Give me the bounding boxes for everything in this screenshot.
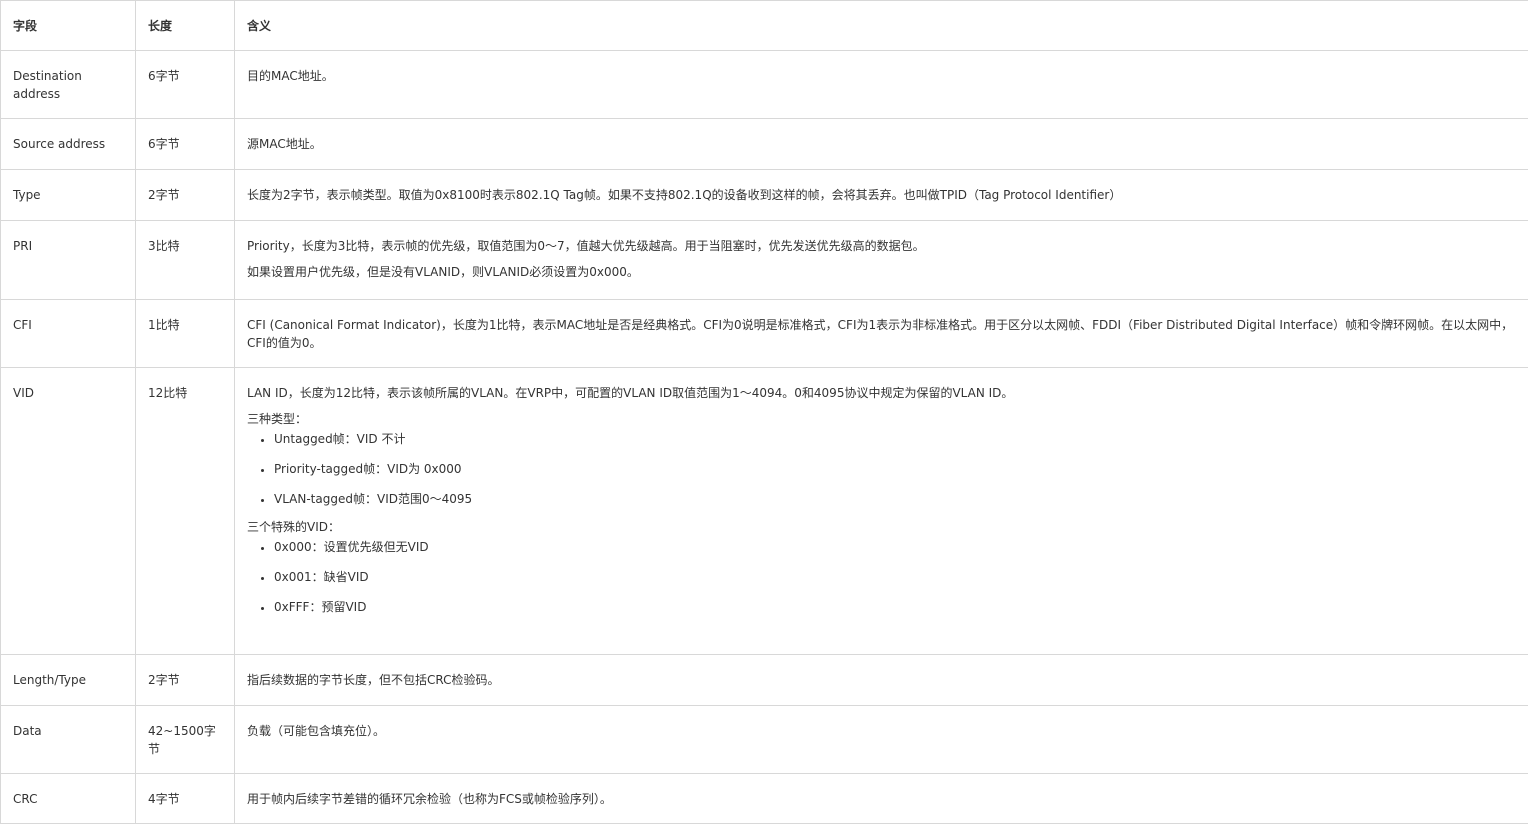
- length-cell: 2字节: [136, 170, 235, 221]
- length-cell: 12比特: [136, 368, 235, 655]
- list-item: 0x000：设置优先级但无VID: [274, 538, 1516, 556]
- meaning-paragraph: LAN ID，长度为12比特，表示该帧所属的VLAN。在VRP中，可配置的VLA…: [247, 384, 1516, 402]
- length-cell: 42~1500字节: [136, 706, 235, 774]
- field-cell: CRC: [1, 774, 136, 824]
- length-cell: 6字节: [136, 51, 235, 119]
- field-cell: Destination address: [1, 51, 136, 119]
- vid-special-list: 0x000：设置优先级但无VID 0x001：缺省VID 0xFFF：预留VID: [247, 538, 1516, 616]
- header-meaning: 含义: [235, 1, 1528, 51]
- meaning-cell: CFI (Canonical Format Indicator)，长度为1比特，…: [235, 300, 1528, 368]
- meaning-cell: 目的MAC地址。: [235, 51, 1528, 119]
- length-cell: 2字节: [136, 655, 235, 706]
- table-header-row: 字段 长度 含义: [1, 1, 1528, 51]
- list-item: Untagged帧：VID 不计: [274, 430, 1516, 448]
- frame-field-table: 字段 长度 含义 Destination address 6字节 目的MAC地址…: [0, 0, 1528, 824]
- field-cell: CFI: [1, 300, 136, 368]
- table-row: Destination address 6字节 目的MAC地址。: [1, 51, 1528, 119]
- vid-types-list: Untagged帧：VID 不计 Priority-tagged帧：VID为 0…: [247, 430, 1516, 508]
- table-row: Length/Type 2字节 指后续数据的字节长度，但不包括CRC检验码。: [1, 655, 1528, 706]
- header-length: 长度: [136, 1, 235, 51]
- field-cell: Source address: [1, 119, 136, 170]
- table-row: Type 2字节 长度为2字节，表示帧类型。取值为0x8100时表示802.1Q…: [1, 170, 1528, 221]
- vid-types-title: 三种类型：: [247, 410, 1516, 428]
- length-cell: 1比特: [136, 300, 235, 368]
- meaning-paragraph: Priority，长度为3比特，表示帧的优先级，取值范围为0～7，值越大优先级越…: [247, 237, 1516, 255]
- vid-special-title: 三个特殊的VID：: [247, 518, 1516, 536]
- length-cell: 6字节: [136, 119, 235, 170]
- field-cell: PRI: [1, 221, 136, 300]
- table-row: Data 42~1500字节 负载（可能包含填充位）。: [1, 706, 1528, 774]
- meaning-cell: 源MAC地址。: [235, 119, 1528, 170]
- meaning-cell: 负载（可能包含填充位）。: [235, 706, 1528, 774]
- field-cell: VID: [1, 368, 136, 655]
- field-cell: Data: [1, 706, 136, 774]
- field-cell: Type: [1, 170, 136, 221]
- list-item: VLAN-tagged帧：VID范围0～4095: [274, 490, 1516, 508]
- table-row: CFI 1比特 CFI (Canonical Format Indicator)…: [1, 300, 1528, 368]
- table-row: PRI 3比特 Priority，长度为3比特，表示帧的优先级，取值范围为0～7…: [1, 221, 1528, 300]
- table-row: Source address 6字节 源MAC地址。: [1, 119, 1528, 170]
- meaning-cell: LAN ID，长度为12比特，表示该帧所属的VLAN。在VRP中，可配置的VLA…: [235, 368, 1528, 655]
- table-row: VID 12比特 LAN ID，长度为12比特，表示该帧所属的VLAN。在VRP…: [1, 368, 1528, 655]
- header-field: 字段: [1, 1, 136, 51]
- meaning-note: 如果设置用户优先级，但是没有VLANID，则VLANID必须设置为0x000。: [247, 263, 1516, 281]
- list-item: 0xFFF：预留VID: [274, 598, 1516, 616]
- meaning-cell: 长度为2字节，表示帧类型。取值为0x8100时表示802.1Q Tag帧。如果不…: [235, 170, 1528, 221]
- meaning-cell: 用于帧内后续字节差错的循环冗余检验（也称为FCS或帧检验序列）。: [235, 774, 1528, 824]
- meaning-cell: Priority，长度为3比特，表示帧的优先级，取值范围为0～7，值越大优先级越…: [235, 221, 1528, 300]
- table-row: CRC 4字节 用于帧内后续字节差错的循环冗余检验（也称为FCS或帧检验序列）。: [1, 774, 1528, 824]
- list-item: 0x001：缺省VID: [274, 568, 1516, 586]
- meaning-cell: 指后续数据的字节长度，但不包括CRC检验码。: [235, 655, 1528, 706]
- list-item: Priority-tagged帧：VID为 0x000: [274, 460, 1516, 478]
- length-cell: 4字节: [136, 774, 235, 824]
- field-cell: Length/Type: [1, 655, 136, 706]
- length-cell: 3比特: [136, 221, 235, 300]
